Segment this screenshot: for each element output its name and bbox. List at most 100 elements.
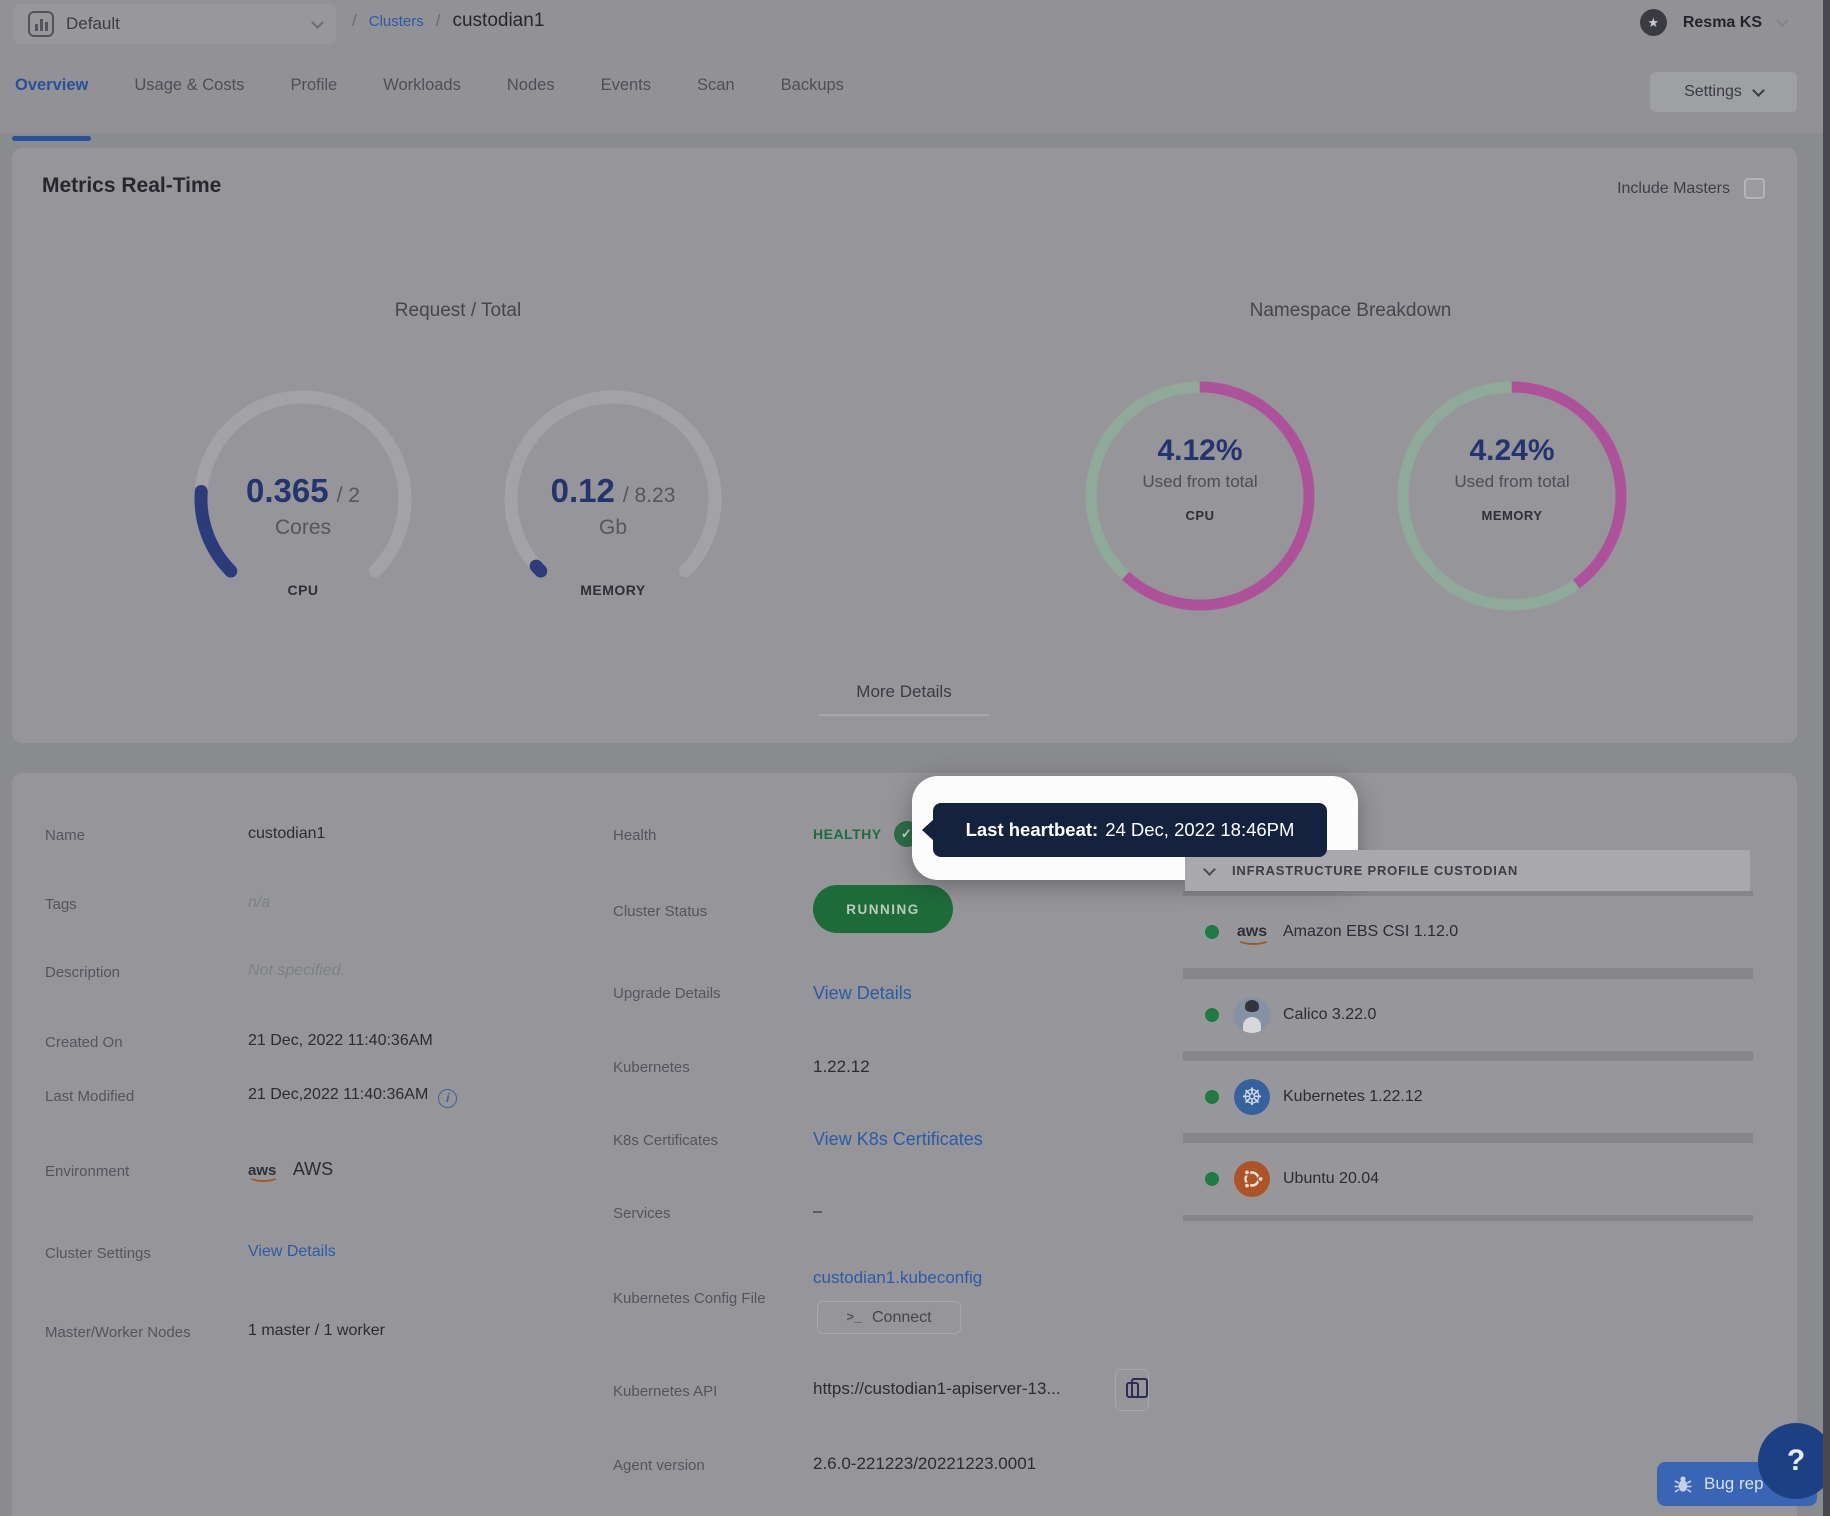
memory-request-total: / 8.23 — [623, 484, 676, 508]
more-details-link[interactable]: More Details — [819, 682, 989, 716]
bug-report-label: Bug rep — [1704, 1474, 1764, 1494]
infrastructure-profile-title: INFRASTRUCTURE PROFILE CUSTODIAN — [1232, 863, 1518, 878]
namespace-breakdown-title: Namespace Breakdown — [904, 300, 1797, 322]
tab-bar: Overview Usage & Costs Profile Workloads… — [15, 72, 844, 99]
cpu-request-total: / 2 — [337, 484, 360, 508]
copy-api-button[interactable] — [1115, 1369, 1149, 1411]
settings-label: Settings — [1684, 83, 1742, 101]
chevron-down-icon — [1203, 863, 1216, 876]
include-masters-control: Include Masters — [1617, 178, 1765, 199]
tab-events[interactable]: Events — [601, 72, 651, 99]
cluster-status-label: Cluster Status — [613, 903, 707, 920]
breadcrumb-current-cluster: custodian1 — [452, 10, 544, 32]
memory-used-caption: Used from total — [1454, 472, 1569, 492]
tab-overview[interactable]: Overview — [15, 72, 88, 99]
view-k8s-certificates-link[interactable]: View K8s Certificates — [813, 1129, 983, 1150]
copy-icon — [1126, 1382, 1139, 1398]
bar-chart-icon — [28, 11, 54, 37]
health-value: HEALTHY ✓ — [813, 821, 920, 847]
tooltip-arrow — [922, 819, 934, 841]
tooltip-value: 24 Dec, 2022 18:46PM — [1105, 819, 1294, 841]
info-icon[interactable]: i — [438, 1089, 457, 1108]
infra-item-ubuntu[interactable]: Ubuntu 20.04 — [1183, 1143, 1753, 1215]
scrollbar[interactable] — [1823, 0, 1830, 1516]
infra-item-kubernetes[interactable]: ☸ Kubernetes 1.22.12 — [1183, 1061, 1753, 1133]
user-menu[interactable]: ★ Resma KS — [1640, 9, 1787, 36]
metrics-panel-title: Metrics Real-Time — [42, 174, 221, 198]
memory-gauge-label: MEMORY — [498, 582, 728, 598]
tab-profile[interactable]: Profile — [290, 72, 337, 99]
master-worker-nodes-value: 1 master / 1 worker — [248, 1322, 385, 1340]
cpu-request-gauge: 0.365 / 2 Cores — [188, 384, 418, 614]
environment-value: aws AWS — [248, 1159, 333, 1180]
kubernetes-version-label: Kubernetes — [613, 1059, 690, 1076]
cpu-used-percent: 4.12% — [1157, 434, 1242, 468]
tags-label: Tags — [45, 896, 77, 913]
kubeconfig-file-link[interactable]: custodian1.kubeconfig — [813, 1268, 982, 1288]
project-selector-value: Default — [66, 14, 120, 34]
memory-donut-label: MEMORY — [1481, 508, 1542, 523]
connect-button[interactable]: >_ Connect — [817, 1301, 961, 1334]
infra-item-name: Ubuntu 20.04 — [1283, 1170, 1379, 1188]
breadcrumb-clusters-link[interactable]: Clusters — [369, 13, 424, 30]
project-selector[interactable]: Default — [14, 4, 336, 44]
last-modified-text: 21 Dec,2022 11:40:36AM — [248, 1086, 428, 1103]
last-modified-value: 21 Dec,2022 11:40:36AM i — [248, 1086, 457, 1108]
app-header: Default / Clusters / custodian1 ★ Resma … — [0, 0, 1830, 133]
terminal-icon: >_ — [846, 1310, 862, 1325]
agent-version-value: 2.6.0-221223/20221223.0001 — [813, 1454, 1036, 1474]
tab-workloads[interactable]: Workloads — [383, 72, 461, 99]
cluster-dashboard: Default / Clusters / custodian1 ★ Resma … — [0, 0, 1830, 1516]
tags-value: n/a — [248, 894, 270, 912]
last-modified-label: Last Modified — [45, 1088, 134, 1105]
infra-item-amazon-ebs-csi[interactable]: aws Amazon EBS CSI 1.12.0 — [1183, 896, 1753, 968]
description-label: Description — [45, 964, 120, 981]
kubernetes-logo: ☸ — [1234, 1079, 1270, 1115]
environment-text: AWS — [293, 1159, 333, 1179]
description-value: Not specified. — [248, 962, 345, 980]
name-label: Name — [45, 827, 85, 844]
created-on-value: 21 Dec, 2022 11:40:36AM — [248, 1032, 433, 1050]
infra-item-name: Amazon EBS CSI 1.12.0 — [1283, 923, 1458, 941]
tab-usage-costs[interactable]: Usage & Costs — [134, 72, 244, 99]
kubernetes-api-value: https://custodian1-apiserver-13... — [813, 1379, 1061, 1399]
tab-nodes[interactable]: Nodes — [507, 72, 555, 99]
include-masters-label: Include Masters — [1617, 180, 1730, 198]
infra-item-calico[interactable]: Calico 3.22.0 — [1183, 979, 1753, 1051]
memory-request-unit: Gb — [599, 516, 627, 540]
aws-logo: aws — [248, 1162, 276, 1179]
cpu-request-value: 0.365 — [246, 472, 329, 510]
status-dot-icon — [1205, 925, 1219, 939]
memory-used-percent: 4.24% — [1469, 434, 1554, 468]
tooltip-label: Last heartbeat: — [966, 819, 1099, 841]
user-name: Resma KS — [1683, 14, 1762, 32]
cluster-details-panel: Name custodian1 Tags n/a Description Not… — [12, 773, 1797, 1516]
memory-request-gauge: 0.12 / 8.23 Gb — [498, 384, 728, 614]
health-label: Health — [613, 827, 656, 844]
cpu-donut-label: CPU — [1186, 508, 1215, 523]
master-worker-nodes-label: Master/Worker Nodes — [45, 1324, 191, 1341]
chevron-down-icon — [1776, 14, 1789, 27]
services-label: Services — [613, 1205, 671, 1222]
upgrade-view-details-link[interactable]: View Details — [813, 983, 912, 1004]
include-masters-checkbox[interactable] — [1744, 178, 1765, 199]
tab-backups[interactable]: Backups — [781, 72, 844, 99]
help-button[interactable]: ? — [1758, 1423, 1830, 1499]
memory-namespace-donut: 4.24% Used from total MEMORY — [1392, 376, 1632, 616]
services-value: – — [813, 1203, 822, 1221]
memory-request-value: 0.12 — [551, 472, 615, 510]
settings-button[interactable]: Settings — [1650, 72, 1797, 112]
upgrade-details-label: Upgrade Details — [613, 985, 721, 1002]
chevron-down-icon — [311, 16, 324, 29]
cluster-status-badge: RUNNING — [813, 885, 953, 933]
created-on-label: Created On — [45, 1034, 123, 1051]
cluster-settings-view-details-link[interactable]: View Details — [248, 1243, 336, 1261]
agent-version-label: Agent version — [613, 1457, 705, 1474]
kubernetes-version-value: 1.22.12 — [813, 1057, 870, 1077]
status-dot-icon — [1205, 1172, 1219, 1186]
tab-scan[interactable]: Scan — [697, 72, 735, 99]
ubuntu-logo — [1234, 1161, 1270, 1197]
aws-logo: aws — [1237, 923, 1267, 941]
cpu-used-caption: Used from total — [1142, 472, 1257, 492]
chevron-down-icon — [1752, 84, 1765, 97]
